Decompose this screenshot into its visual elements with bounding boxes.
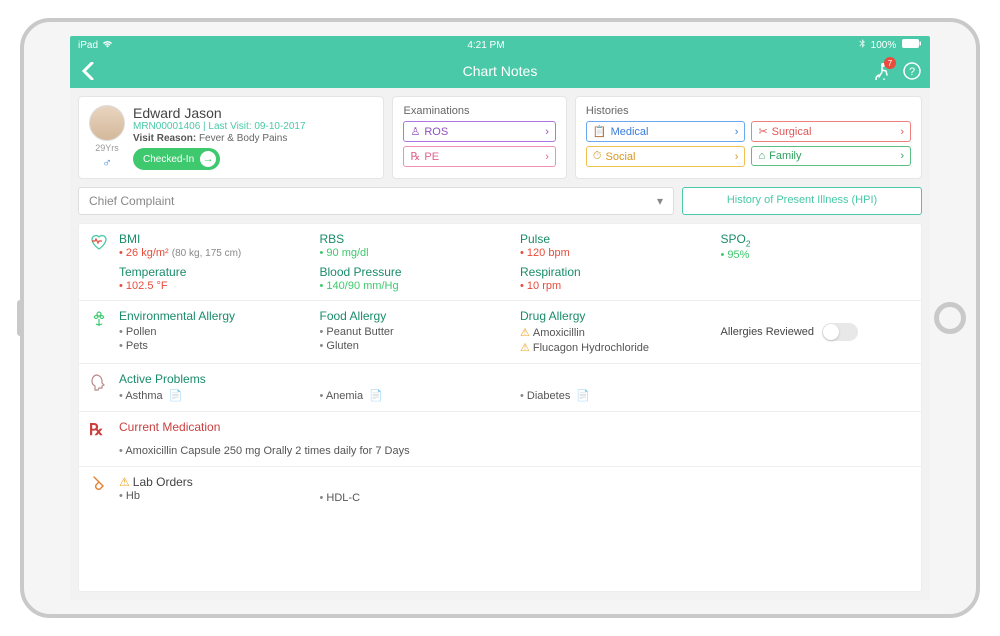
problems-section: Active Problems Asthma📄 Anemia📄 Diabetes… (79, 364, 921, 412)
examinations-card: Examinations ♙ROS › ℞PE › (392, 96, 566, 179)
vital-col-3: Pulse 120 bpm Respiration 10 rpm (520, 232, 711, 292)
warning-icon: ⚠ (119, 475, 130, 489)
bluetooth-icon (859, 40, 868, 51)
home-icon: ⌂ (758, 150, 765, 162)
allergies-reviewed: Allergies Reviewed (721, 309, 912, 355)
nav-bar: Chart Notes 7 ? (70, 54, 930, 88)
status-bar: iPad 4:21 PM 100% (70, 36, 930, 54)
history-family-button[interactable]: ⌂Family › (751, 146, 911, 166)
content-scroll[interactable]: BMI 26 kg/m² (80 kg, 175 cm) Temperature… (78, 223, 922, 592)
examinations-title: Examinations (403, 105, 555, 117)
patient-card: 29Yrs ♂ Edward Jason MRN00001406 | Last … (78, 96, 384, 179)
arrow-right-icon: → (200, 151, 216, 167)
gender-icon: ♂ (89, 155, 125, 170)
battery-status: 100% (859, 39, 922, 51)
warning-icon: ⚠ (520, 327, 530, 339)
scissors-icon: ✂ (758, 125, 767, 138)
heart-icon (89, 232, 111, 292)
exam-ros-button[interactable]: ♙ROS › (403, 121, 555, 142)
accessibility-icon[interactable]: 7 (872, 61, 892, 81)
person-icon: ♙ (410, 125, 420, 138)
hpi-button[interactable]: History of Present Illness (HPI) (682, 187, 922, 215)
page-title: Chart Notes (70, 63, 930, 79)
checked-in-badge[interactable]: Checked-In → (133, 148, 220, 170)
note-icon[interactable]: 📄 (576, 390, 590, 402)
clock-icon: ⏱ (593, 150, 602, 163)
back-button[interactable] (78, 61, 98, 81)
history-surgical-button[interactable]: ✂Surgical › (751, 121, 911, 142)
drug-allergy-col: Drug Allergy ⚠Amoxicillin ⚠Flucagon Hydr… (520, 309, 711, 355)
chevron-right-icon: › (545, 126, 549, 138)
patient-age: 29Yrs (89, 143, 125, 153)
note-icon[interactable]: 📄 (369, 390, 383, 402)
wifi-icon (102, 40, 113, 51)
clock: 4:21 PM (113, 40, 859, 51)
note-icon[interactable]: 📄 (169, 390, 183, 402)
vitals-section: BMI 26 kg/m² (80 kg, 175 cm) Temperature… (79, 224, 921, 301)
labs-section: ⚠Lab Orders Hb HDL-C (79, 467, 921, 513)
allergies-reviewed-toggle[interactable] (822, 323, 858, 341)
histories-title: Histories (586, 105, 911, 117)
exam-pe-button[interactable]: ℞PE › (403, 146, 555, 167)
complaint-row: Chief Complaint ▾ History of Present Ill… (70, 187, 930, 223)
visit-reason: Visit Reason: Fever & Body Pains (133, 133, 373, 144)
chief-complaint-dropdown[interactable]: Chief Complaint ▾ (78, 187, 674, 215)
caret-down-icon: ▾ (657, 194, 663, 208)
patient-mrn: MRN00001406 | Last Visit: 09-10-2017 (133, 121, 373, 132)
chevron-right-icon: › (545, 151, 549, 163)
warning-icon: ⚠ (520, 342, 530, 354)
medication-section: ℞ Current Medication Amoxicillin Capsule… (79, 412, 921, 467)
test-tube-icon (89, 475, 111, 505)
vital-col-1: BMI 26 kg/m² (80 kg, 175 cm) Temperature… (119, 232, 310, 292)
rx-icon: ℞ (89, 420, 111, 458)
chevron-right-icon: › (735, 126, 739, 138)
problems-col-1: Active Problems Asthma📄 (119, 372, 310, 403)
food-allergy-col: Food Allergy Peanut Butter Gluten (320, 309, 511, 355)
histories-card: Histories 📋Medical › ⏱Social › (575, 96, 922, 179)
allergies-section: Environmental Allergy Pollen Pets Food A… (79, 301, 921, 364)
svg-text:?: ? (909, 66, 915, 78)
patient-info: Edward Jason MRN00001406 | Last Visit: 0… (133, 105, 373, 170)
device-label: iPad (78, 40, 98, 51)
help-icon[interactable]: ? (902, 61, 922, 81)
vital-col-2: RBS 90 mg/dl Blood Pressure 140/90 mm/Hg (320, 232, 511, 292)
tablet-frame: iPad 4:21 PM 100% Chart No (20, 18, 980, 618)
chevron-right-icon: › (735, 151, 739, 163)
chevron-right-icon: › (900, 126, 904, 138)
env-allergy-col: Environmental Allergy Pollen Pets (119, 309, 310, 355)
history-social-button[interactable]: ⏱Social › (586, 146, 746, 167)
patient-avatar[interactable] (89, 105, 125, 141)
notification-badge: 7 (884, 57, 896, 69)
patient-name: Edward Jason (133, 105, 373, 121)
clipboard-icon: 📋 (593, 125, 607, 138)
screen: iPad 4:21 PM 100% Chart No (70, 36, 930, 600)
tablet-home-button[interactable] (934, 302, 966, 334)
history-medical-button[interactable]: 📋Medical › (586, 121, 746, 142)
header-cards: 29Yrs ♂ Edward Jason MRN00001406 | Last … (70, 88, 930, 187)
stethoscope-icon: ℞ (410, 150, 420, 163)
tablet-side-button (17, 300, 23, 336)
flower-icon (89, 309, 111, 355)
head-icon (89, 372, 111, 403)
chevron-right-icon: › (900, 150, 904, 162)
battery-icon (902, 40, 922, 51)
avatar-column: 29Yrs ♂ (89, 105, 125, 170)
vital-col-4: SPO2 95% (721, 232, 912, 292)
